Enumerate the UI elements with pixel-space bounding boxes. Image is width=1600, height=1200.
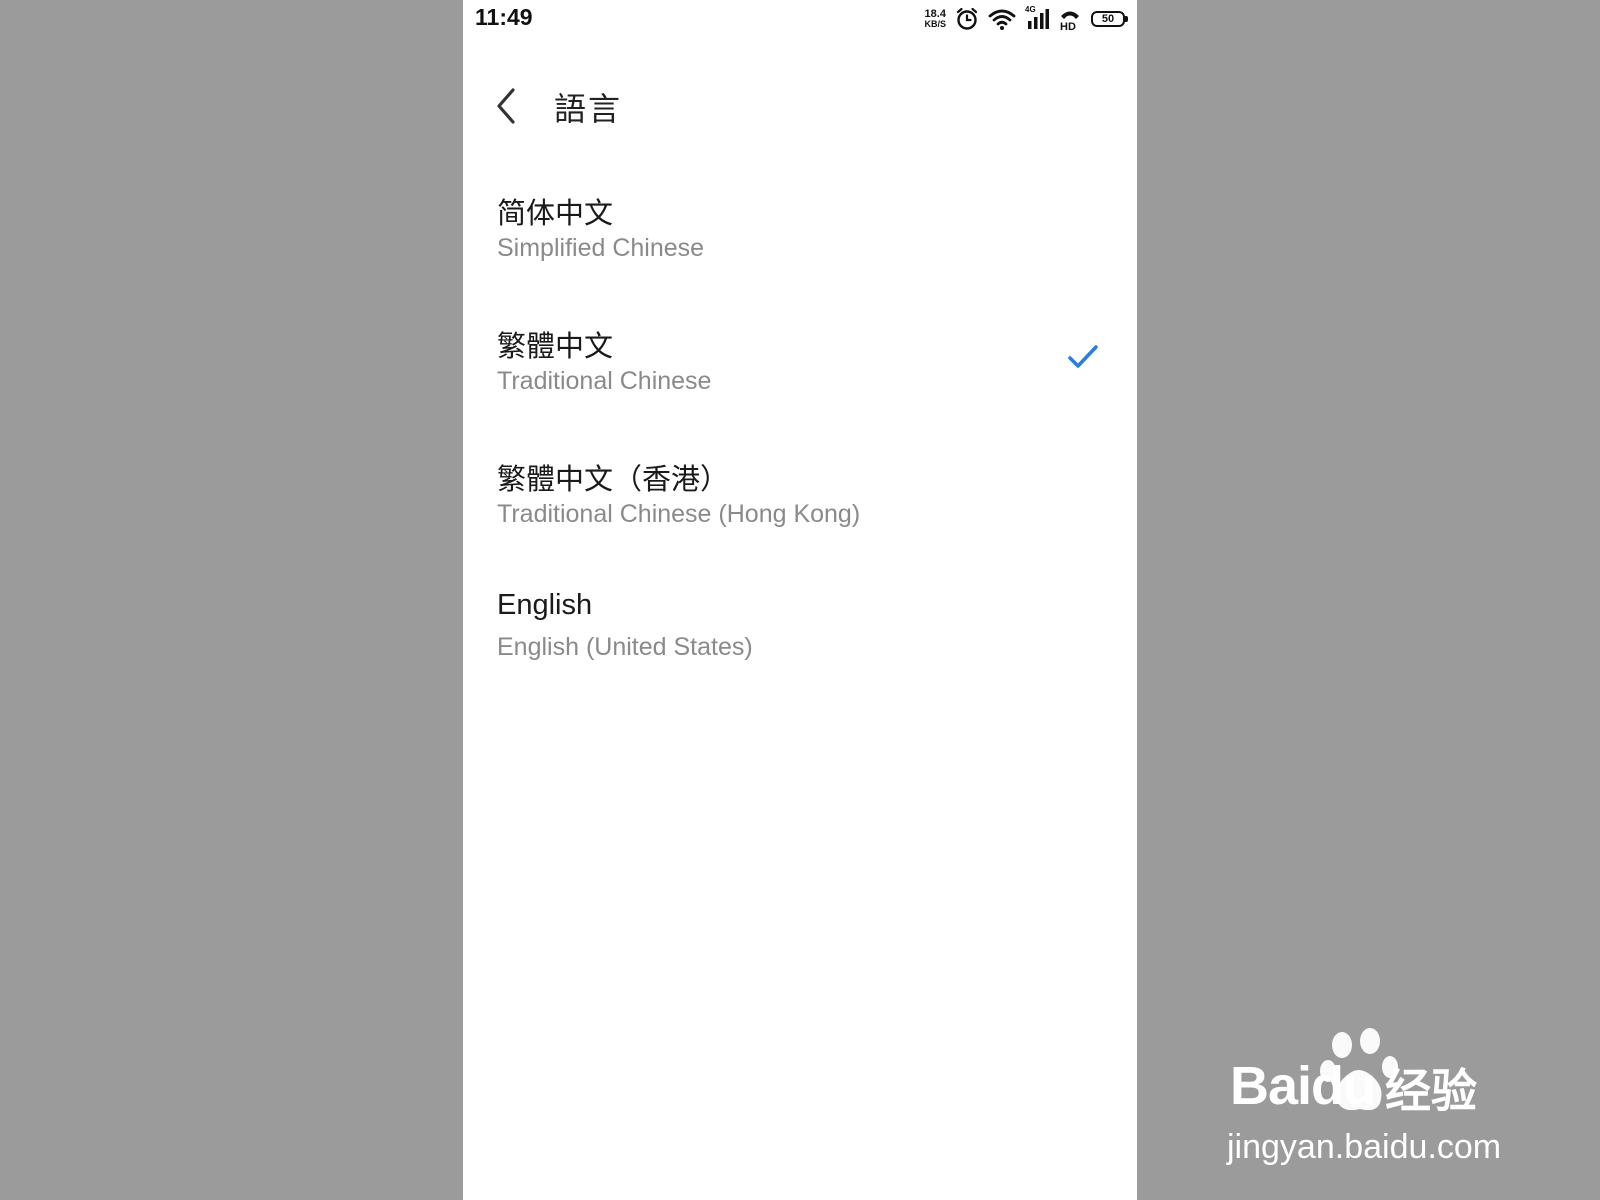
language-primary-label: 简体中文	[497, 196, 614, 230]
app-header: 語言	[463, 70, 1137, 140]
language-secondary-label: Traditional Chinese	[497, 367, 712, 395]
watermark-brand: Baidu	[1230, 1056, 1376, 1116]
language-list: 简体中文 Simplified Chinese 繁體中文 Traditional…	[463, 160, 1137, 692]
alarm-icon	[956, 7, 978, 30]
language-secondary-label: Simplified Chinese	[497, 234, 705, 262]
language-item-traditional-chinese[interactable]: 繁體中文 Traditional Chinese	[463, 293, 1137, 426]
watermark-product: 经验	[1385, 1064, 1477, 1118]
hd-call-icon: HD	[1060, 11, 1079, 31]
wifi-icon	[988, 9, 1016, 30]
back-button[interactable]	[491, 84, 531, 128]
language-primary-label: English	[497, 589, 593, 621]
check-icon	[1068, 345, 1098, 368]
svg-text:HD: HD	[1060, 21, 1076, 31]
status-icons: 18.4 KB/S 4G HD 50	[924, 5, 1128, 32]
network-speed-unit: KB/S	[924, 19, 946, 29]
page-title: 語言	[554, 90, 623, 128]
baidu-jingyan-watermark: Baidu 经验 jingyan.baidu.com	[1225, 1025, 1525, 1166]
status-bar: 11:49 18.4 KB/S 4G HD 50	[463, 0, 1137, 40]
network-speed-value: 18.4	[924, 8, 946, 20]
battery-icon: 50	[1091, 11, 1128, 27]
phone-screen: 11:49 18.4 KB/S 4G HD 50 語言 简体中文 Simplif…	[463, 0, 1137, 1200]
battery-level: 50	[1101, 13, 1115, 25]
watermark-url: jingyan.baidu.com	[1227, 1128, 1502, 1166]
language-primary-label: 繁體中文（香港）	[497, 462, 730, 496]
language-primary-label: 繁體中文	[497, 329, 614, 363]
back-arrow-icon	[497, 88, 515, 124]
signal-icon: 4G	[1025, 5, 1049, 31]
language-item-traditional-chinese-hong-kong[interactable]: 繁體中文（香港） Traditional Chinese (Hong Kong)	[463, 426, 1137, 559]
language-secondary-label: English (United States)	[497, 633, 753, 661]
status-time: 11:49	[475, 4, 533, 30]
screenshot-stage: 11:49 18.4 KB/S 4G HD 50 語言 简体中文 Simplif…	[0, 0, 1600, 1200]
language-item-english[interactable]: English English (United States)	[463, 559, 1137, 692]
language-secondary-label: Traditional Chinese (Hong Kong)	[497, 500, 861, 528]
language-item-simplified-chinese[interactable]: 简体中文 Simplified Chinese	[463, 160, 1137, 293]
network-speed: 18.4 KB/S	[924, 8, 946, 30]
